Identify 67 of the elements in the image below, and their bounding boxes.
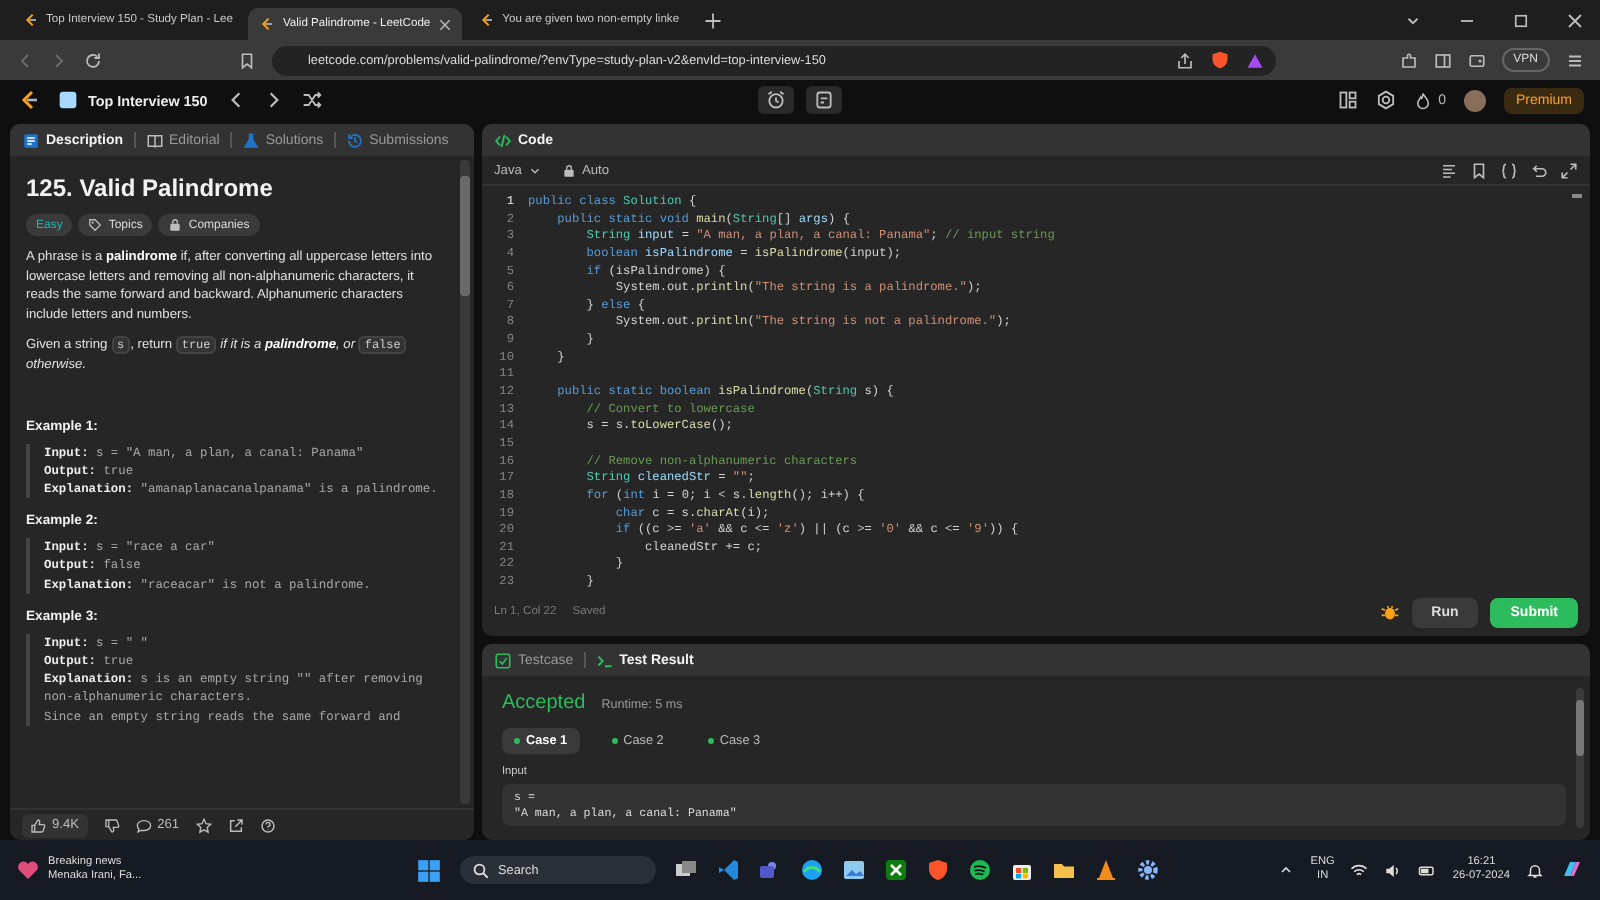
chevron-down-icon	[527, 163, 542, 177]
wallet-icon[interactable]	[1467, 51, 1486, 69]
sidebar-icon[interactable]	[1433, 51, 1452, 69]
document-icon	[22, 131, 40, 149]
problem-title: 125. Valid Palindrome	[26, 174, 275, 202]
reload-icon[interactable]	[84, 51, 102, 69]
flask-icon	[241, 131, 260, 149]
traffic-cone-icon[interactable]	[1094, 858, 1118, 882]
note-icon[interactable]	[814, 90, 834, 110]
task-view-icon[interactable]	[674, 858, 698, 882]
layout-icon[interactable]	[1338, 90, 1359, 110]
battery-icon[interactable]	[1418, 861, 1437, 879]
fullscreen-icon[interactable]	[1560, 161, 1578, 179]
shuffle-icon[interactable]	[301, 90, 322, 110]
bookmark-icon[interactable]	[1470, 161, 1488, 179]
braces-icon[interactable]	[1500, 161, 1518, 179]
folder-icon[interactable]	[1052, 858, 1076, 882]
scrollbar[interactable]	[1576, 688, 1584, 828]
start-icon[interactable]	[416, 857, 442, 883]
external-link-icon[interactable]	[227, 817, 244, 833]
chevron-logo-icon[interactable]	[16, 88, 40, 112]
thumbs-down-icon[interactable]	[103, 817, 120, 833]
bell-icon[interactable]	[1526, 861, 1544, 879]
chevron-up-icon[interactable]	[1278, 862, 1295, 878]
terminal-icon	[595, 651, 614, 669]
study-plan-icon	[58, 90, 78, 110]
heart-icon[interactable]	[16, 858, 40, 882]
code-editor-icon[interactable]	[716, 858, 740, 882]
checkbox-icon	[494, 651, 512, 669]
thumbs-up-icon	[30, 817, 46, 833]
bug-icon[interactable]	[1379, 602, 1400, 622]
tag-icon	[88, 218, 103, 232]
triangle-icon[interactable]	[1246, 51, 1264, 69]
close-icon[interactable]	[1566, 11, 1584, 29]
scrollbar[interactable]	[460, 160, 470, 804]
lock-icon	[168, 218, 183, 232]
picture-icon[interactable]	[842, 858, 866, 882]
alarm-clock-icon[interactable]	[766, 90, 786, 110]
star-icon[interactable]	[195, 817, 212, 833]
lock-icon	[561, 163, 576, 177]
bookmark-icon[interactable]	[238, 51, 256, 69]
cross-tile-icon[interactable]	[884, 858, 908, 882]
speech-bubble-icon	[135, 817, 152, 833]
puzzle-piece-icon[interactable]	[1399, 51, 1418, 69]
wave-globe-icon[interactable]	[800, 858, 824, 882]
settings-icon[interactable]	[1376, 90, 1397, 110]
code-icon	[494, 131, 512, 149]
colorful-copilot-icon[interactable]	[1560, 858, 1584, 882]
menu-icon[interactable]	[1566, 51, 1584, 69]
close-tab-icon[interactable]	[438, 17, 453, 31]
book-icon	[145, 131, 164, 149]
speaker-icon[interactable]	[1384, 861, 1403, 879]
clock-icon	[345, 131, 364, 149]
share-icon[interactable]	[1176, 51, 1194, 69]
format-icon[interactable]	[1440, 161, 1458, 179]
people-icon[interactable]	[758, 858, 782, 882]
sound-waves-icon[interactable]	[968, 858, 992, 882]
verdict-text: Accepted	[502, 692, 586, 714]
maximize-icon[interactable]	[1512, 11, 1530, 29]
help-icon[interactable]	[259, 817, 276, 833]
gear-icon[interactable]	[1136, 858, 1160, 882]
new-tab-icon[interactable]	[703, 11, 722, 29]
avatar[interactable]	[1463, 89, 1486, 111]
undo-icon[interactable]	[1530, 161, 1548, 179]
flame-icon	[1414, 91, 1433, 109]
search-icon	[472, 861, 490, 879]
wifi-icon[interactable]	[1350, 861, 1369, 879]
